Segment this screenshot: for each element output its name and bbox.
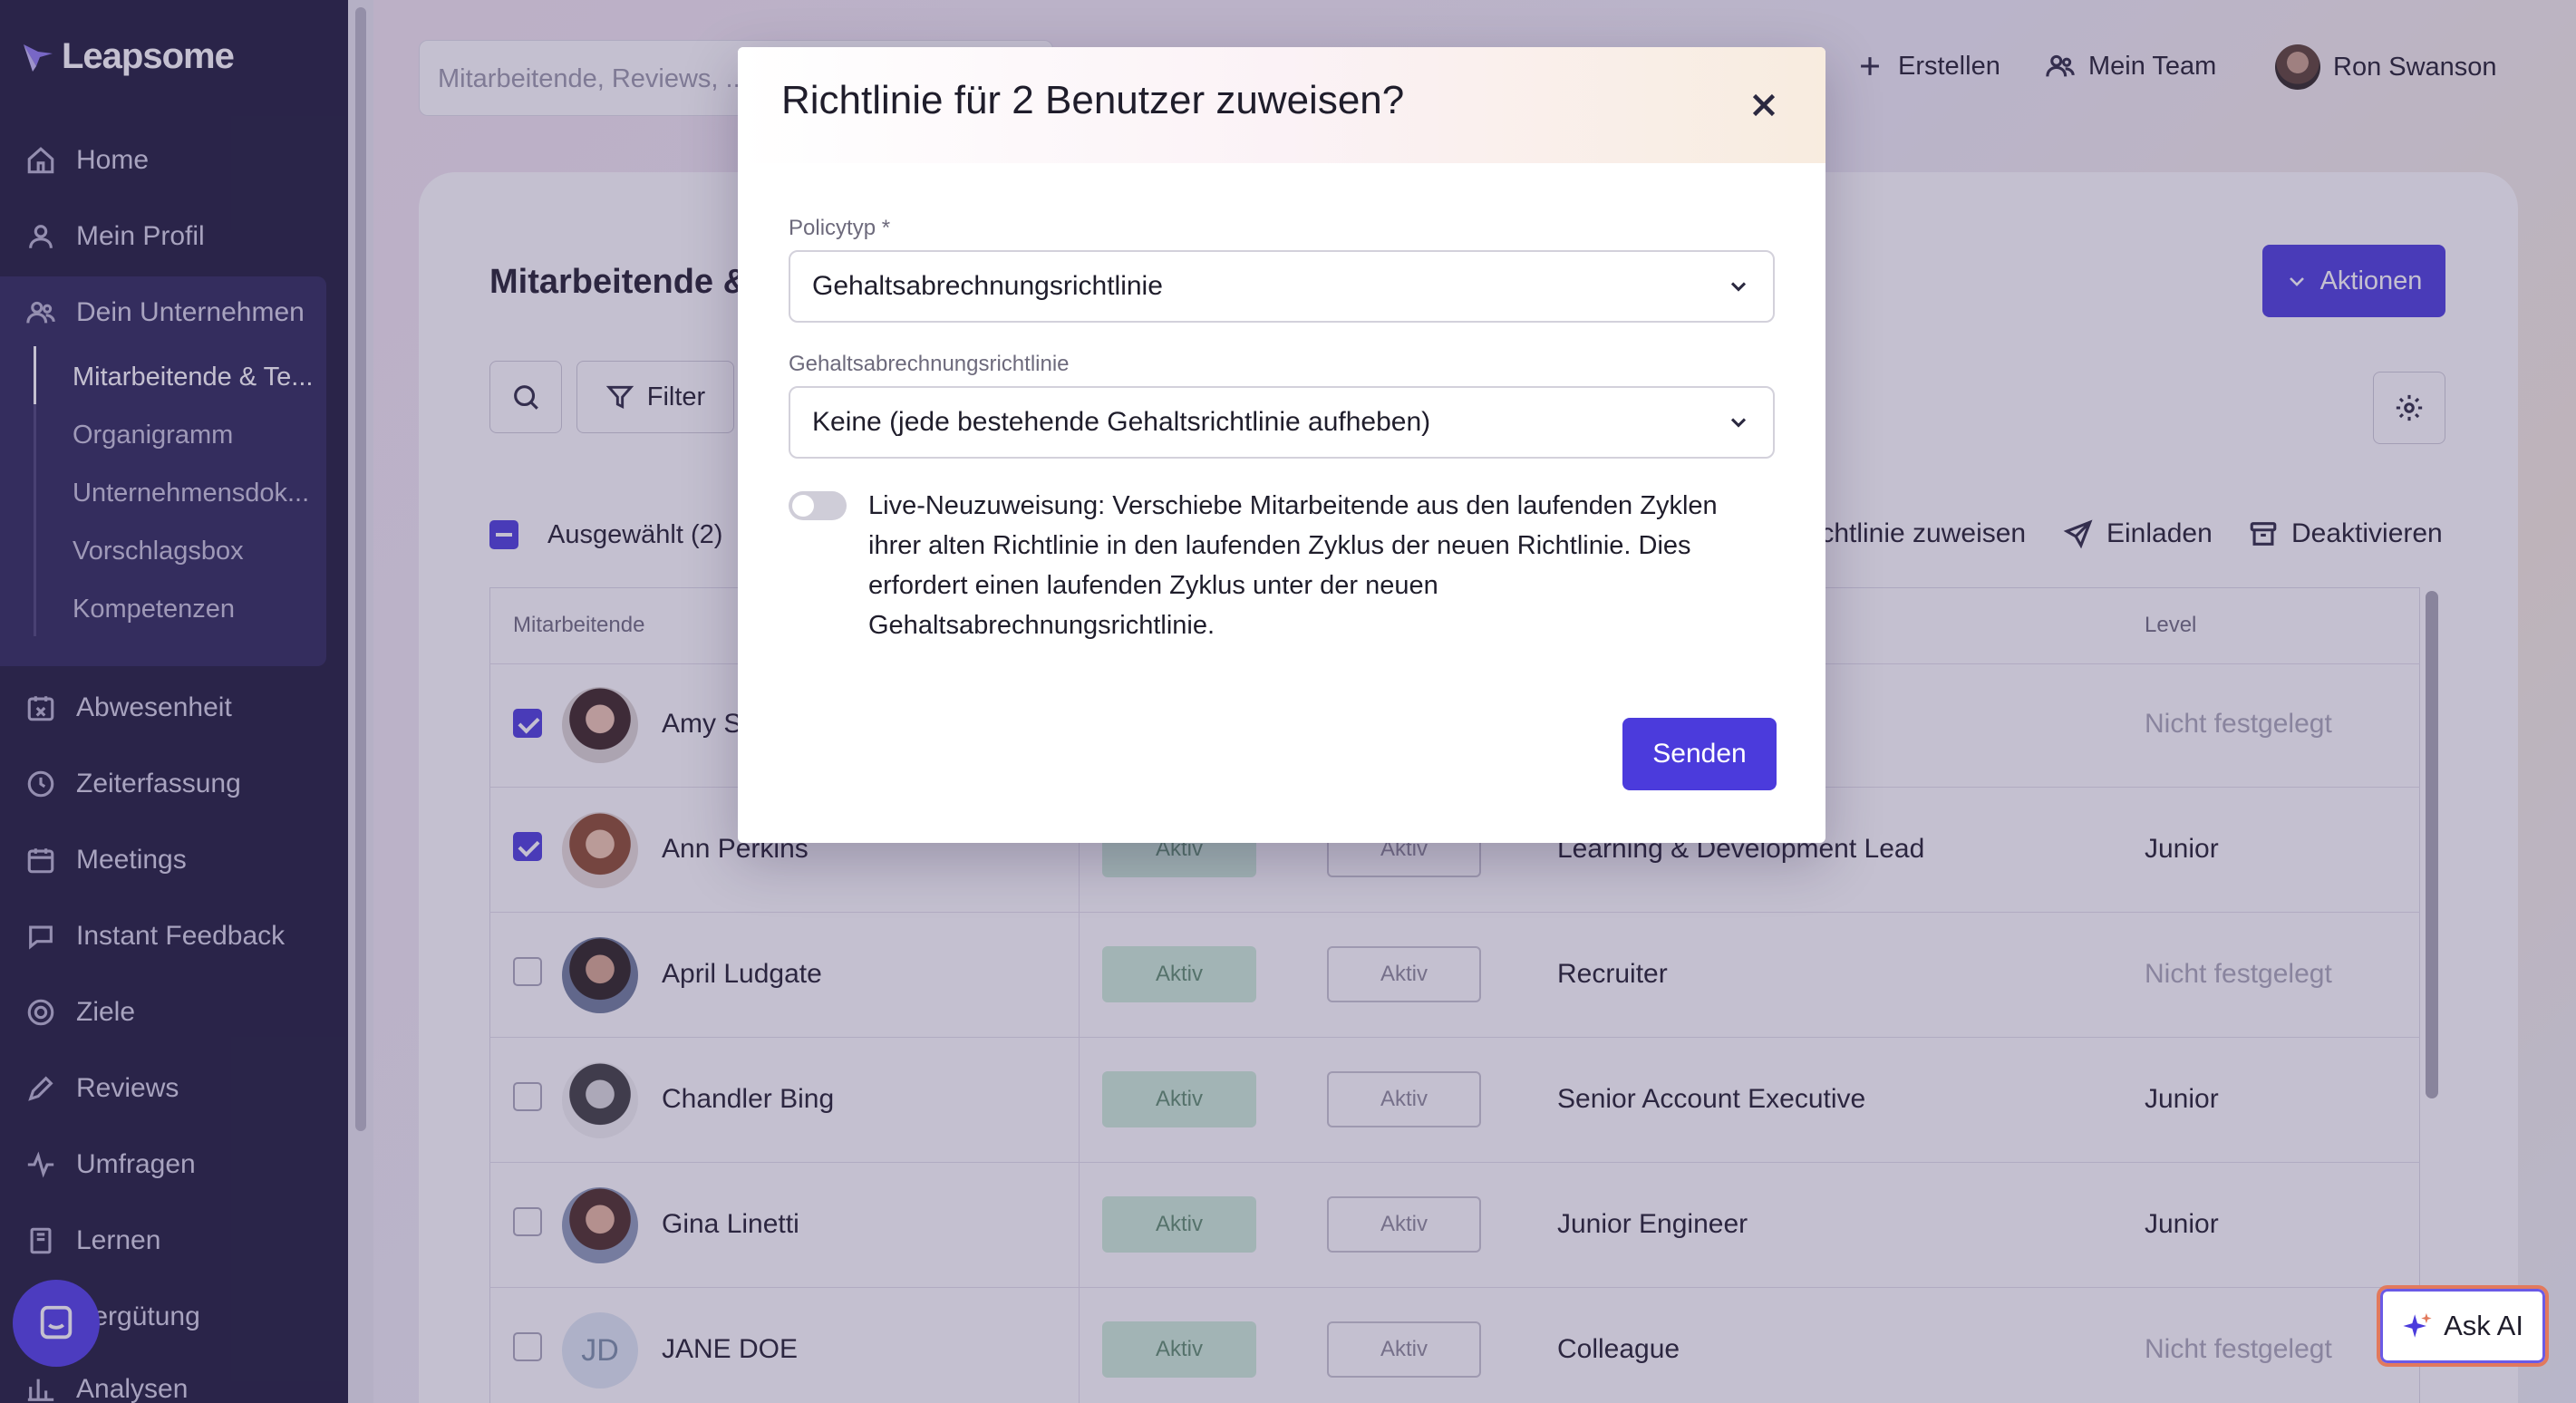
ask-ai-label: Ask AI bbox=[2444, 1310, 2523, 1341]
sparkle-icon bbox=[2403, 1312, 2432, 1338]
policy-type-select[interactable]: Gehaltsabrechnungsrichtlinie bbox=[789, 250, 1775, 323]
chevron-down-icon bbox=[1730, 418, 1747, 428]
live-reassignment-description: Live-Neuzuweisung: Verschiebe Mitarbeite… bbox=[868, 491, 1718, 640]
chevron-down-icon bbox=[1730, 282, 1747, 292]
policy-type-value: Gehaltsabrechnungsrichtlinie bbox=[812, 271, 1163, 301]
ask-ai-button[interactable]: Ask AI bbox=[2377, 1285, 2549, 1367]
payroll-policy-label: Gehaltsabrechnungsrichtlinie bbox=[789, 352, 1070, 376]
payroll-policy-value: Keine (jede bestehende Gehaltsrichtlinie… bbox=[812, 407, 1431, 437]
dialog-title: Richtlinie für 2 Benutzer zuweisen? bbox=[781, 78, 1405, 122]
submit-button[interactable]: Senden bbox=[1622, 718, 1777, 790]
assign-policy-dialog: Richtlinie für 2 Benutzer zuweisen? Poli… bbox=[738, 47, 1825, 843]
close-icon bbox=[1752, 93, 1776, 117]
close-button[interactable] bbox=[1740, 82, 1787, 129]
live-reassignment-toggle[interactable] bbox=[789, 491, 847, 520]
dialog-header: Richtlinie für 2 Benutzer zuweisen? bbox=[738, 47, 1825, 163]
policy-type-label: Policytyp * bbox=[789, 216, 891, 240]
payroll-policy-select[interactable]: Keine (jede bestehende Gehaltsrichtlinie… bbox=[789, 386, 1775, 459]
